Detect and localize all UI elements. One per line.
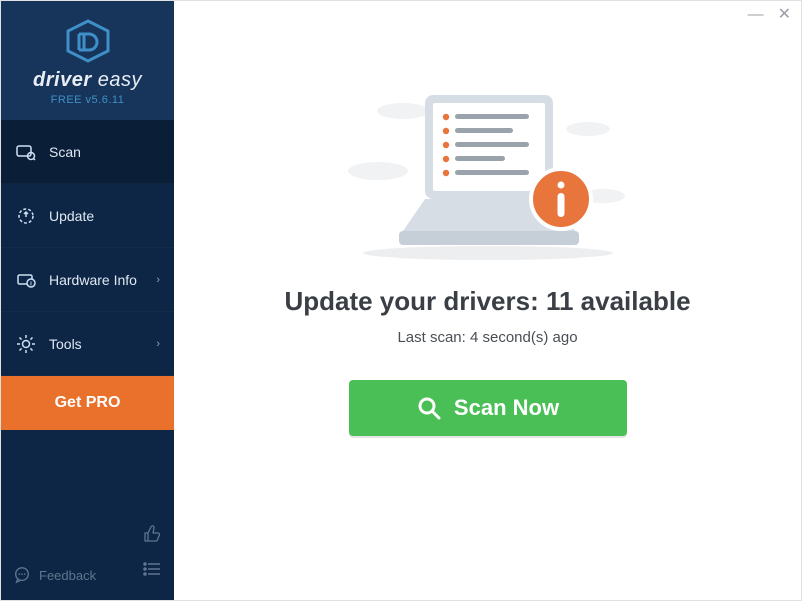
brand-logo-icon [64,19,112,63]
search-icon [416,395,442,421]
list-icon[interactable] [142,559,162,584]
brand-name-light: easy [92,69,142,91]
window-controls: — ✕ [748,7,791,23]
get-pro-button[interactable]: Get PRO [1,376,174,430]
scan-now-label: Scan Now [454,395,559,421]
sidebar-item-label: Update [49,208,94,224]
app-window: — ✕ driver easy FREE v5.6.11 Scan [0,0,802,601]
sidebar-item-label: Scan [49,144,81,160]
feedback-button[interactable]: Feedback [13,566,96,584]
headline-text: Update your drivers: 11 available [284,286,690,317]
sidebar-item-hardware-info[interactable]: i Hardware Info › [1,248,174,312]
sidebar-footer: Feedback [1,514,174,600]
update-icon [15,206,37,226]
chat-icon [13,566,31,584]
sidebar-item-label: Hardware Info [49,272,137,288]
sidebar-spacer [1,430,174,514]
chevron-right-icon: › [156,274,160,286]
laptop-illustration [343,81,633,266]
footer-icons [142,524,162,584]
brand-name-strong: driver [33,69,92,91]
close-button[interactable]: ✕ [778,7,791,23]
scan-icon [15,142,37,162]
version-label: FREE v5.6.11 [1,94,174,106]
chevron-right-icon: › [156,338,160,350]
sidebar-item-tools[interactable]: Tools › [1,312,174,376]
main-content: Update your drivers: 11 available Last s… [174,1,801,600]
logo-block: driver easy FREE v5.6.11 [1,1,174,120]
sidebar-item-label: Tools [49,336,82,352]
sidebar-item-scan[interactable]: Scan [1,120,174,184]
scan-now-button[interactable]: Scan Now [349,380,627,436]
last-scan-text: Last scan: 4 second(s) ago [397,329,577,346]
tools-icon [15,334,37,354]
minimize-button[interactable]: — [748,7,764,23]
sidebar-item-update[interactable]: Update [1,184,174,248]
sidebar: driver easy FREE v5.6.11 Scan Update i [1,1,174,600]
hardware-info-icon: i [15,270,37,290]
feedback-label: Feedback [39,568,96,583]
get-pro-label: Get PRO [55,394,121,412]
thumbs-up-icon[interactable] [142,524,162,549]
sidebar-nav: Scan Update i Hardware Info › Tools [1,120,174,376]
brand-name: driver easy [1,69,174,92]
